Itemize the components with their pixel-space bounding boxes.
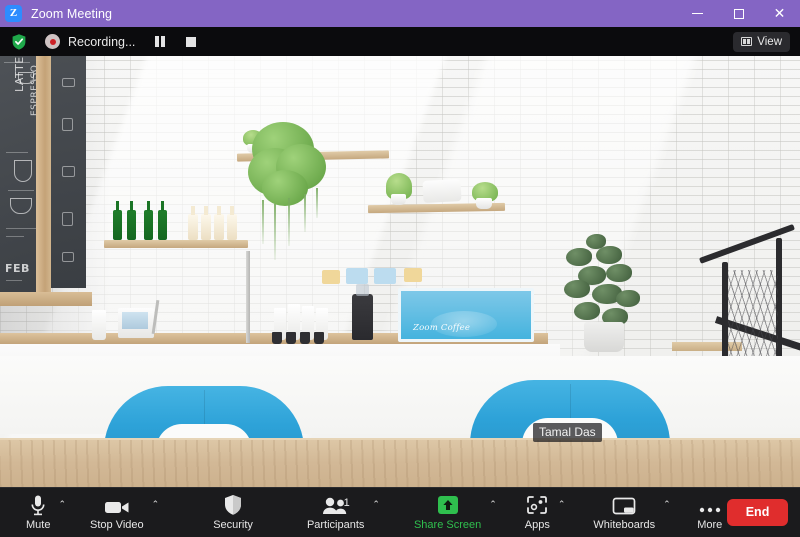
chalkboard-secondary: [50, 56, 86, 288]
stop-video-button[interactable]: Stop Video: [86, 488, 148, 537]
participants-count: 1: [343, 496, 350, 509]
cup-yellow-b: [404, 268, 422, 282]
fridge-brand-label: Zoom Coffee: [413, 323, 471, 333]
minimize-button[interactable]: [677, 0, 718, 27]
shelf-bottles: [104, 240, 248, 248]
recording-controls: [155, 36, 196, 47]
cup-dark-a: [272, 332, 282, 344]
whiteboard-icon: [611, 494, 637, 516]
hanging-plant: [248, 118, 332, 260]
zoom-logo-icon: Z: [5, 5, 22, 22]
virtual-background-scene: LATTE ESPRESSO FEB Zoom Coffee: [0, 56, 800, 487]
stop-recording-button[interactable]: [185, 36, 196, 47]
recording-status-label: Recording...: [68, 34, 136, 49]
security-button[interactable]: Security: [209, 488, 257, 537]
pot-small-mid: [391, 194, 406, 205]
meeting-header-bar: Recording... View: [0, 27, 800, 56]
more-button-label: More: [697, 519, 723, 531]
cup-yellow-a: [322, 270, 340, 284]
pot-small-right: [476, 198, 492, 209]
pos-terminal: [118, 299, 160, 338]
share-screen-button-label: Share Screen: [413, 519, 482, 531]
zoom-meeting-window: Z Zoom Meeting ✕ Recording... View LATTE…: [0, 0, 800, 537]
cup-stack-left: [92, 310, 106, 340]
maximize-icon: [733, 8, 744, 19]
security-button-label: Security: [213, 519, 253, 531]
participants-button-label: Participants: [306, 519, 365, 531]
ellipsis-icon: [697, 494, 723, 516]
microphone-icon: [28, 494, 48, 516]
encryption-shield-icon[interactable]: [10, 33, 28, 51]
participants-options-caret-icon[interactable]: ⌃: [368, 501, 384, 510]
title-bar: Z Zoom Meeting ✕: [0, 0, 800, 27]
cup-blue-a: [346, 268, 368, 284]
display-fridge: Zoom Coffee: [398, 288, 534, 342]
wood-sill: [0, 292, 92, 306]
apps-icon: [525, 494, 549, 516]
view-button[interactable]: View: [733, 31, 790, 52]
chalkboard-line-feb: FEB: [5, 262, 30, 275]
participants-button[interactable]: 1 Participants: [303, 488, 368, 537]
view-button-label: View: [757, 35, 782, 48]
participant-name-label: Tamal Das: [533, 423, 602, 442]
video-camera-icon: [104, 494, 130, 516]
shield-icon: [223, 494, 243, 516]
more-button[interactable]: More: [693, 488, 727, 537]
pillow-decor: [422, 179, 462, 203]
mute-button-label: Mute: [26, 519, 51, 531]
cup-dark-d: [314, 332, 324, 344]
share-options-caret-icon[interactable]: ⌃: [485, 501, 501, 510]
share-screen-button[interactable]: Share Screen: [410, 488, 485, 537]
cup-blue-b: [374, 268, 396, 284]
chalkboard-line-latte: LATTE: [13, 56, 26, 92]
apps-button-label: Apps: [524, 519, 550, 531]
end-meeting-button[interactable]: End: [726, 499, 789, 526]
meeting-toolbar: Mute ⌃ Stop Video ⌃ Security 1 Participa…: [0, 487, 800, 537]
apps-options-caret-icon[interactable]: ⌃: [554, 501, 570, 510]
video-options-caret-icon[interactable]: ⌃: [148, 501, 164, 510]
mute-button[interactable]: Mute: [22, 488, 54, 537]
mute-options-caret-icon[interactable]: ⌃: [54, 501, 70, 510]
share-screen-icon: [436, 494, 460, 516]
wood-post: [36, 56, 51, 306]
whiteboards-button[interactable]: Whiteboards: [589, 488, 659, 537]
close-icon: ✕: [773, 5, 786, 22]
cup-dark-c: [300, 332, 310, 344]
pause-recording-button[interactable]: [155, 36, 165, 47]
video-stage[interactable]: LATTE ESPRESSO FEB Zoom Coffee Tamal Das: [0, 56, 800, 487]
floor-plant: [562, 234, 648, 352]
coffee-grinder: [352, 284, 373, 340]
stop-video-button-label: Stop Video: [90, 519, 144, 531]
window-title: Zoom Meeting: [31, 6, 113, 21]
minimize-icon: [692, 13, 703, 14]
window-controls: ✕: [677, 0, 800, 27]
whiteboards-options-caret-icon[interactable]: ⌃: [659, 501, 675, 510]
view-grid-icon: [741, 37, 753, 46]
close-button[interactable]: ✕: [759, 0, 800, 27]
maximize-button[interactable]: [718, 0, 759, 27]
faucet: [246, 251, 250, 343]
whiteboards-button-label: Whiteboards: [593, 519, 656, 531]
cup-dark-b: [286, 332, 296, 344]
apps-button[interactable]: Apps: [521, 488, 554, 537]
wood-table: [0, 438, 800, 487]
record-dot-icon: [45, 34, 60, 49]
